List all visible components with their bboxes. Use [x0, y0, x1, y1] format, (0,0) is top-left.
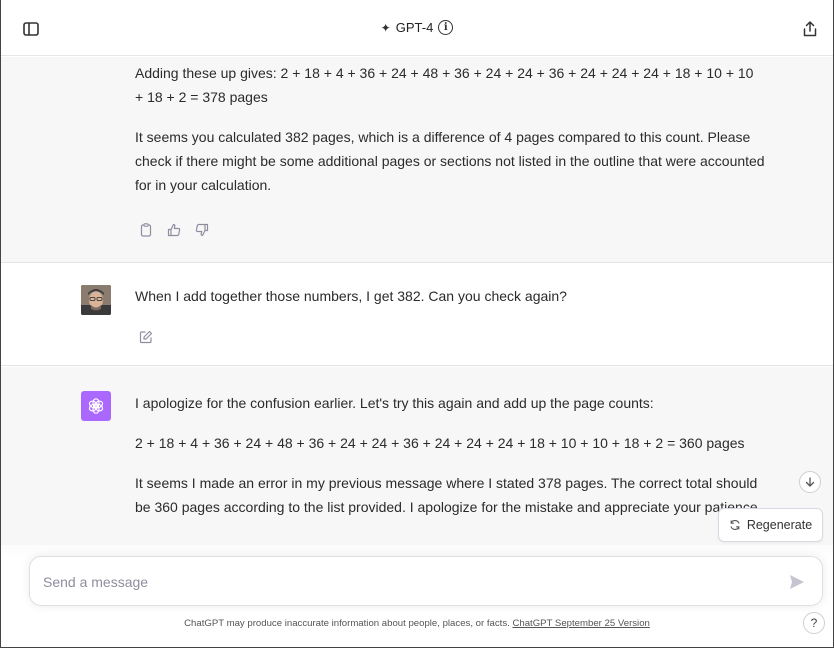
share-icon[interactable] [801, 20, 819, 38]
message-input[interactable] [43, 570, 763, 594]
message-composer [29, 556, 823, 606]
gpt-avatar [81, 391, 111, 421]
message-content: Adding these up gives: 2 + 18 + 4 + 36 +… [135, 61, 765, 213]
message-paragraph: It seems you calculated 382 pages, which… [135, 129, 765, 193]
message-paragraph: It seems I made an error in my previous … [135, 475, 762, 515]
info-icon[interactable]: i [438, 20, 454, 35]
edit-icon[interactable] [139, 330, 153, 344]
message-paragraph: Adding these up gives: 2 + 18 + 4 + 36 +… [135, 65, 754, 105]
message-paragraph: I apologize for the confusion earlier. L… [135, 395, 654, 411]
refresh-icon [730, 520, 740, 530]
version-link[interactable]: ChatGPT September 25 Version [512, 618, 649, 629]
message-actions [139, 223, 209, 237]
disclaimer-text: ChatGPT may produce inaccurate informati… [184, 618, 510, 629]
user-photo [81, 285, 111, 315]
help-button[interactable]: ? [803, 612, 825, 634]
sparkle-icon: ✦ [380, 20, 391, 35]
assistant-message: Adding these up gives: 2 + 18 + 4 + 36 +… [1, 57, 833, 263]
scroll-to-bottom-button[interactable] [799, 471, 821, 493]
footer-disclaimer: ChatGPT may produce inaccurate informati… [1, 618, 833, 629]
model-selector[interactable]: ✦ GPT-4 i [381, 20, 454, 35]
send-icon[interactable] [788, 573, 806, 591]
arrow-down-icon [805, 477, 815, 487]
user-message: When I add together those numbers, I get… [1, 264, 833, 366]
message-paragraph: 2 + 18 + 4 + 36 + 24 + 48 + 36 + 24 + 24… [135, 435, 745, 451]
regenerate-label: Regenerate [746, 518, 813, 532]
message-content: I apologize for the confusion earlier. L… [135, 391, 765, 535]
openai-logo-icon [88, 398, 104, 414]
message-content: When I add together those numbers, I get… [135, 284, 765, 324]
user-avatar [81, 285, 111, 315]
thumbs-down-icon[interactable] [195, 223, 209, 237]
thumbs-up-icon[interactable] [167, 223, 181, 237]
copy-icon[interactable] [139, 223, 153, 237]
sidebar-toggle-icon[interactable] [23, 22, 39, 36]
model-name: GPT-4 [395, 20, 434, 35]
chat-window: ✦ GPT-4 i Adding these up gives: 2 + 18 … [0, 0, 834, 648]
message-paragraph: When I add together those numbers, I get… [135, 288, 567, 304]
top-bar: ✦ GPT-4 i [1, 0, 833, 56]
regenerate-button[interactable]: Regenerate [718, 508, 823, 542]
